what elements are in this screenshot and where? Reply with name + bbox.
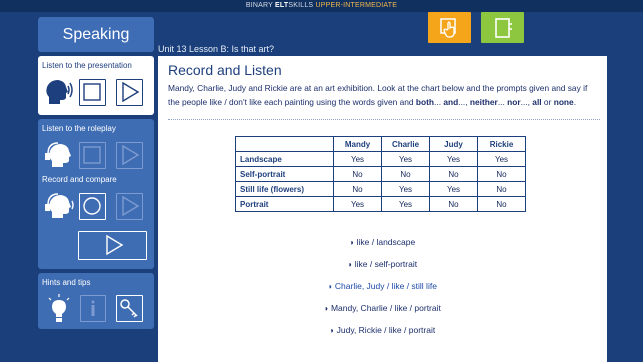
play-icon <box>106 234 124 256</box>
content-panel: Record and Listen Mandy, Charlie, Judy a… <box>158 56 607 362</box>
table-row: Still life (flowers) No Yes Yes No <box>235 181 526 197</box>
table-cell: Yes <box>381 151 430 167</box>
notes-button[interactable] <box>428 12 471 43</box>
roleplay-panel: Listen to the roleplay Record and compar… <box>38 119 154 269</box>
roleplay-play-button[interactable] <box>116 142 143 169</box>
table-cell: No <box>477 166 526 182</box>
row-label: Landscape <box>235 151 334 167</box>
info-icon <box>91 300 95 316</box>
preferences-table: Mandy Charlie Judy Rickie Landscape Yes … <box>235 136 526 212</box>
table-cell: Yes <box>333 151 382 167</box>
table-cell: No <box>477 181 526 197</box>
table-cell: No <box>333 181 382 197</box>
compare-play-button[interactable] <box>78 231 147 260</box>
keyword-both: both <box>415 96 435 107</box>
headset-head-icon[interactable] <box>43 140 73 170</box>
prompt-text: Charlie, Judy / like / still life <box>334 281 437 291</box>
table-cell: Yes <box>381 196 430 212</box>
brand-elt: ELT <box>275 2 289 9</box>
record-play-button[interactable] <box>116 193 143 220</box>
half-circle-icon: ◗ <box>324 304 329 313</box>
half-circle-icon: ◗ <box>329 326 335 335</box>
lesson-title: Unit 13 Lesson B: Is that art? <box>158 44 275 54</box>
table-cell: Yes <box>429 151 478 167</box>
divider <box>168 119 600 120</box>
keyword-all: all <box>532 96 542 107</box>
key-button[interactable] <box>116 295 143 322</box>
prompt-item-active[interactable]: ◗ Charlie, Judy / like / still life <box>158 281 607 291</box>
hand-note-icon <box>440 18 456 38</box>
level-label: UPPER-INTERMEDIATE <box>315 2 398 9</box>
row-label: Self-portrait <box>235 166 334 182</box>
prompt-text: like / landscape <box>356 237 416 247</box>
speaker-head-icon[interactable] <box>43 77 73 107</box>
prompt-item[interactable]: ◗ Mandy, Charlie / like / portrait <box>158 303 607 313</box>
key-icon <box>120 299 138 318</box>
table-cell: No <box>429 196 478 212</box>
play-button[interactable] <box>116 79 143 106</box>
table-cell: No <box>333 166 382 182</box>
prompt-item[interactable]: ◗ Judy, Rickie / like / portrait <box>158 325 607 335</box>
prompt-item[interactable]: ◗ like / landscape <box>158 237 607 247</box>
table-cell: No <box>381 166 430 182</box>
info-button[interactable] <box>80 295 106 322</box>
table-cell: Yes <box>381 181 430 197</box>
table-row: Self-portrait No No No No <box>235 166 526 182</box>
table-header: Charlie <box>381 136 430 152</box>
prompt-text: like / self-portrait <box>354 259 418 269</box>
half-circle-icon: ◗ <box>328 282 333 291</box>
table-cell: Yes <box>333 196 382 212</box>
record-label: Record and compare <box>42 175 117 184</box>
table-header-row: Mandy Charlie Judy Rickie <box>235 136 526 152</box>
keyword-neither: neither <box>469 96 498 107</box>
keyword-and: and <box>443 96 459 107</box>
stop-icon <box>83 146 101 164</box>
row-label: Still life (flowers) <box>235 181 334 197</box>
half-circle-icon: ◗ <box>349 238 355 247</box>
row-label: Portrait <box>235 196 334 212</box>
table-row: Portrait Yes Yes No No <box>235 196 526 212</box>
table-cell: No <box>477 196 526 212</box>
table-header <box>235 136 334 152</box>
table-header: Rickie <box>477 136 526 152</box>
record-icon <box>83 197 101 215</box>
page-title: Record and Listen <box>168 62 282 78</box>
prompt-text: Judy, Rickie / like / portrait <box>336 325 436 335</box>
table-header: Judy <box>429 136 478 152</box>
stop-icon <box>83 83 101 101</box>
lightbulb-icon[interactable] <box>46 294 72 324</box>
keyword-nor: nor <box>507 96 521 107</box>
hints-label: Hints and tips <box>42 278 91 287</box>
headset-mic-head-icon[interactable] <box>43 191 75 221</box>
table-cell: Yes <box>429 181 478 197</box>
notebook-icon <box>495 18 512 38</box>
instructions: Mandy, Charlie, Judy and Rickie are at a… <box>168 83 588 107</box>
presentation-label: Listen to the presentation <box>42 61 132 70</box>
play-icon <box>122 81 140 103</box>
keyword-none: none <box>553 96 574 107</box>
keyword-or: or <box>543 96 552 107</box>
prompt-text: Mandy, Charlie / like / portrait <box>330 303 441 313</box>
record-button[interactable] <box>79 193 106 220</box>
hints-panel: Hints and tips <box>38 273 154 329</box>
table-cell: Yes <box>477 151 526 167</box>
table-header: Mandy <box>333 136 382 152</box>
brand-skills: SKILLS <box>288 2 314 9</box>
half-circle-icon: ◗ <box>347 260 353 269</box>
instruction-text: Mandy, Charlie, Judy and Rickie are at a… <box>168 83 588 107</box>
brand-binary: BINARY <box>245 2 273 9</box>
table-cell: No <box>429 166 478 182</box>
app-title-bar: BINARY ELTSKILLS UPPER-INTERMEDIATE <box>0 0 643 12</box>
roleplay-stop-button[interactable] <box>79 142 106 169</box>
stop-button[interactable] <box>79 79 106 106</box>
play-icon <box>122 195 140 217</box>
table-row: Landscape Yes Yes Yes Yes <box>235 151 526 167</box>
speaking-section-button[interactable]: Speaking <box>38 17 154 52</box>
play-icon <box>122 144 140 166</box>
prompt-item[interactable]: ◗ like / self-portrait <box>158 259 607 269</box>
presentation-panel: Listen to the presentation <box>38 56 154 115</box>
notebook-button[interactable] <box>481 12 524 43</box>
roleplay-label: Listen to the roleplay <box>42 124 116 133</box>
